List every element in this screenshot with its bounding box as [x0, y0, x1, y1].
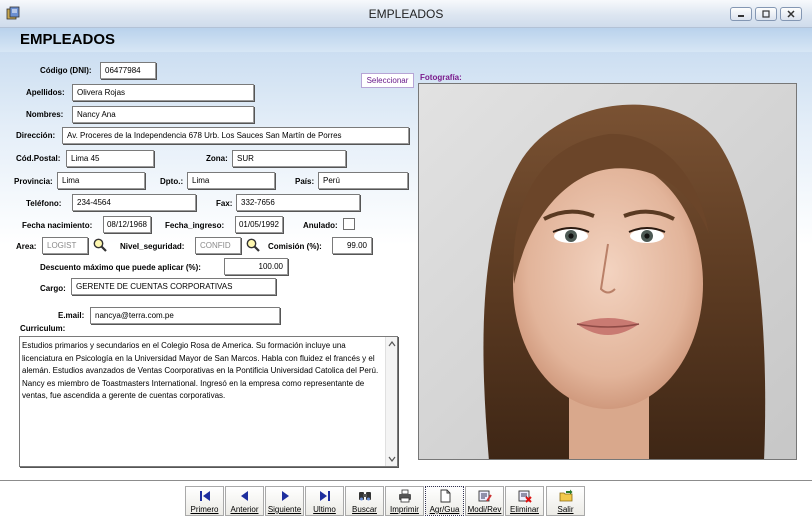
maximize-icon [762, 10, 770, 18]
zona-field[interactable]: SUR [232, 150, 346, 167]
anulado-label: Anulado: [303, 221, 338, 230]
exit-button[interactable]: Salir [546, 486, 585, 516]
form-title: EMPLEADOS [20, 31, 116, 48]
window-title: EMPLEADOS [368, 7, 444, 21]
descuento-label: Descuento máximo que puede aplicar (%): [40, 263, 201, 272]
email-field[interactable]: nancya@terra.com.pe [90, 307, 280, 324]
fecha-ingreso-field[interactable]: 01/05/1992 [235, 216, 283, 233]
nivel-seguridad-label: Nivel_seguridad: [120, 242, 185, 251]
previous-record-button[interactable]: Anterior [225, 486, 264, 516]
previous-record-label: Anterior [230, 505, 259, 514]
first-record-label: Primero [190, 505, 219, 514]
direccion-label: Dirección: [16, 131, 56, 140]
dpto-field[interactable]: Lima [187, 172, 275, 189]
print-label: Imprimir [390, 505, 419, 514]
search-label: Buscar [352, 505, 377, 514]
codigo-label: Código (DNI): [40, 66, 92, 75]
curriculum-label: Curriculum: [20, 324, 66, 333]
last-record-label: Ultimo [313, 505, 336, 514]
cargo-field[interactable]: GERENTE DE CUENTAS CORPORATIVAS [71, 278, 276, 295]
apellidos-label: Apellidos: [26, 88, 65, 97]
curriculum-textarea[interactable]: Estudios primarios y secundarios en el C… [19, 336, 398, 467]
dpto-label: Dpto.: [160, 177, 184, 186]
cargo-label: Cargo: [40, 284, 66, 293]
search-icon[interactable] [92, 237, 108, 253]
printer-icon [399, 489, 411, 503]
scroll-down-icon[interactable] [388, 455, 396, 463]
print-button[interactable]: Imprimir [385, 486, 424, 516]
provincia-label: Provincia: [14, 177, 53, 186]
codigo-field[interactable]: 06477984 [100, 62, 156, 79]
cod-postal-field[interactable]: Lima 45 [66, 150, 154, 167]
employee-photo [418, 83, 797, 460]
search-icon[interactable] [245, 237, 261, 253]
comision-label: Comisión (%): [268, 242, 322, 251]
delete-label: Eliminar [510, 505, 539, 514]
binoculars-icon [359, 492, 371, 501]
add-save-label: Agr/Gua [429, 505, 460, 514]
pais-field[interactable]: Perú [318, 172, 408, 189]
area-label: Area: [16, 242, 37, 251]
first-record-icon [200, 491, 210, 501]
provincia-field[interactable]: Lima [57, 172, 145, 189]
next-record-label: Siguiente [267, 505, 302, 514]
form-header-band [0, 28, 812, 52]
exit-folder-icon [559, 489, 573, 502]
apellidos-field[interactable]: Olivera Rojas [72, 84, 254, 101]
minimize-icon [738, 15, 744, 17]
delete-document-icon [518, 490, 532, 503]
window-title-bar: EMPLEADOS [0, 0, 812, 28]
area-field[interactable]: LOGIST [42, 237, 88, 254]
close-button[interactable] [780, 7, 802, 21]
edit-document-icon [478, 490, 492, 502]
minimize-button[interactable] [730, 7, 752, 21]
fecha-nacimiento-field[interactable]: 08/12/1968 [103, 216, 151, 233]
nombres-field[interactable]: Nancy Ana [72, 106, 254, 123]
select-photo-button[interactable]: Seleccionar [361, 73, 414, 88]
fax-label: Fax: [216, 199, 233, 208]
direccion-field[interactable]: Av. Proceres de la Independencia 678 Urb… [62, 127, 409, 144]
photo-label: Fotografía: [420, 73, 462, 82]
nombres-label: Nombres: [26, 110, 64, 119]
previous-record-icon [241, 491, 248, 501]
email-label: E.mail: [58, 311, 85, 320]
scroll-up-icon[interactable] [388, 340, 396, 348]
exit-label: Salir [557, 505, 574, 514]
next-record-button[interactable]: Siguiente [265, 486, 304, 516]
add-save-button[interactable]: Agr/Gua [425, 486, 464, 516]
first-record-button[interactable]: Primero [185, 486, 224, 516]
descuento-field[interactable]: 100.00 [224, 258, 288, 275]
pais-label: País: [295, 177, 315, 186]
last-record-button[interactable]: Ultimo [305, 486, 344, 516]
portrait-illustration [419, 84, 796, 459]
last-record-icon [320, 491, 330, 501]
fecha-nacimiento-label: Fecha nacimiento: [22, 221, 93, 230]
search-button[interactable]: Buscar [345, 486, 384, 516]
close-icon [787, 10, 795, 18]
curriculum-scrollbar[interactable] [385, 337, 397, 466]
cod-postal-label: Cód.Postal: [16, 154, 61, 163]
curriculum-text: Estudios primarios y secundarios en el C… [22, 341, 379, 400]
telefono-field[interactable]: 234-4564 [72, 194, 196, 211]
fecha-ingreso-label: Fecha_ingreso: [165, 221, 225, 230]
modify-label: Modi/Rev [467, 505, 502, 514]
delete-button[interactable]: Eliminar [505, 486, 544, 516]
zona-label: Zona: [206, 154, 228, 163]
maximize-button[interactable] [755, 7, 777, 21]
telefono-label: Teléfono: [26, 199, 62, 208]
next-record-icon [282, 491, 289, 501]
anulado-checkbox[interactable] [343, 218, 355, 230]
modify-button[interactable]: Modi/Rev [465, 486, 504, 516]
comision-field[interactable]: 99.00 [332, 237, 372, 254]
fax-field[interactable]: 332-7656 [236, 194, 360, 211]
nivel-seguridad-field[interactable]: CONFID [195, 237, 241, 254]
new-document-icon [440, 489, 451, 503]
